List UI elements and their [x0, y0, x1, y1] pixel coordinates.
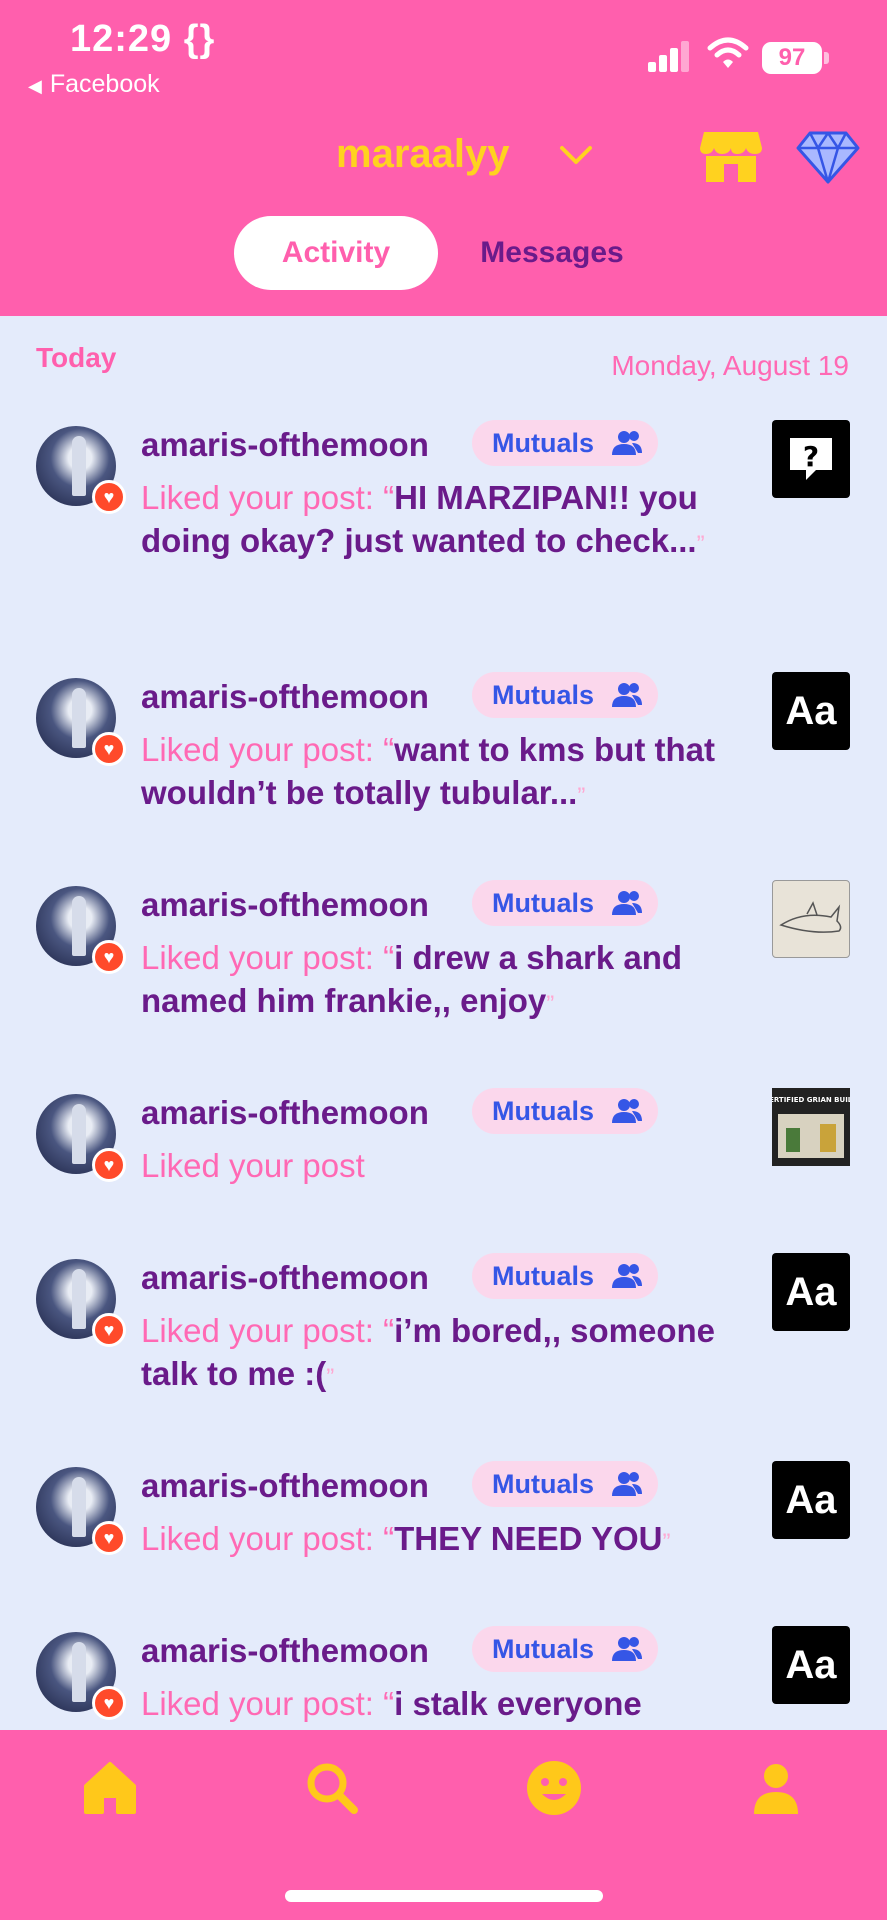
- mutuals-label: Mutuals: [492, 888, 595, 918]
- section-label: Today: [36, 342, 117, 373]
- heart-icon: ♥: [92, 940, 126, 974]
- activity-text: Liked your post: “i stalk everyone: [141, 1685, 642, 1722]
- mutuals-badge: Mutuals: [472, 1626, 658, 1672]
- question-icon: ?: [790, 438, 832, 480]
- action-text: Liked your post:: [141, 1312, 384, 1349]
- mutuals-label: Mutuals: [492, 1096, 595, 1126]
- section-date: Monday, August 19: [611, 350, 849, 381]
- diamond-icon[interactable]: [796, 130, 860, 184]
- mutuals-badge: Mutuals: [472, 672, 658, 718]
- people-icon: [612, 431, 642, 455]
- heart-icon: ♥: [92, 1148, 126, 1182]
- post-excerpt: i stalk everyone: [394, 1685, 642, 1722]
- home-indicator: [285, 1890, 603, 1902]
- people-icon: [612, 683, 642, 707]
- search-icon[interactable]: [302, 1758, 362, 1818]
- account-icon[interactable]: [746, 1758, 806, 1818]
- back-app-label: Facebook: [49, 70, 160, 98]
- back-triangle-icon: ◀: [28, 76, 42, 96]
- wifi-icon: [707, 37, 749, 68]
- heart-icon: ♥: [92, 480, 126, 514]
- back-to-app-link[interactable]: ◀ Facebook: [28, 70, 160, 99]
- post-thumbnail[interactable]: Aa: [772, 1626, 850, 1704]
- heart-icon: ♥: [92, 1686, 126, 1720]
- people-icon: [612, 1472, 642, 1496]
- mutuals-badge: Mutuals: [472, 1088, 658, 1134]
- activity-text: Liked your post: “HI MARZIPAN!! you doin…: [141, 479, 705, 559]
- chevron-down-icon[interactable]: [556, 140, 596, 170]
- username[interactable]: amaris-ofthemoon: [141, 1632, 429, 1670]
- shark-drawing-image: [779, 901, 842, 933]
- tab-messages[interactable]: Messages: [462, 216, 642, 290]
- username[interactable]: amaris-ofthemoon: [141, 886, 429, 924]
- heart-icon: ♥: [92, 732, 126, 766]
- post-thumbnail[interactable]: Aa: [772, 1461, 850, 1539]
- people-icon: [612, 1637, 642, 1661]
- action-text: Liked your post:: [141, 1685, 384, 1722]
- username[interactable]: amaris-ofthemoon: [141, 678, 429, 716]
- activity-text: Liked your post: “i’m bored,, someone ta…: [141, 1312, 716, 1392]
- activity-text: Liked your post: [141, 1144, 761, 1187]
- mutuals-label: Mutuals: [492, 1261, 595, 1291]
- mutuals-label: Mutuals: [492, 680, 595, 710]
- post-thumbnail[interactable]: Aa: [772, 672, 850, 750]
- cellular-signal-icon: [648, 40, 692, 72]
- blog-name[interactable]: maraalyy: [336, 132, 509, 177]
- activity-text: Liked your post: “want to kms but that w…: [141, 731, 715, 811]
- action-text: Liked your post:: [141, 1520, 384, 1557]
- mutuals-label: Mutuals: [492, 1469, 595, 1499]
- svg-text:?: ?: [803, 440, 819, 473]
- activity-text: Liked your post: “THEY NEED YOU”: [141, 1520, 671, 1557]
- post-thumbnail[interactable]: ?: [772, 420, 850, 498]
- activity-face-icon[interactable]: [524, 1758, 584, 1818]
- post-thumbnail[interactable]: [772, 880, 850, 958]
- build-caption: CERTIFIED GRIAN BUILD: [772, 1096, 850, 1104]
- username[interactable]: amaris-ofthemoon: [141, 1259, 429, 1297]
- mutuals-badge: Mutuals: [472, 880, 658, 926]
- tab-activity[interactable]: Activity: [234, 216, 438, 290]
- post-thumbnail[interactable]: Aa: [772, 1253, 850, 1331]
- username[interactable]: amaris-ofthemoon: [141, 1094, 429, 1132]
- people-icon: [612, 1099, 642, 1123]
- mutuals-label: Mutuals: [492, 428, 595, 458]
- post-thumbnail[interactable]: CERTIFIED GRIAN BUILD: [764, 1088, 858, 1166]
- home-icon[interactable]: [80, 1758, 140, 1818]
- status-time: 12:29 {}: [70, 18, 216, 60]
- heart-icon: ♥: [92, 1313, 126, 1347]
- mutuals-badge: Mutuals: [472, 420, 658, 466]
- action-text: Liked your post:: [141, 479, 384, 516]
- action-text: Liked your post:: [141, 731, 384, 768]
- battery-tip: [824, 52, 829, 64]
- people-icon: [612, 891, 642, 915]
- username[interactable]: amaris-ofthemoon: [141, 1467, 429, 1505]
- post-excerpt: THEY NEED YOU: [394, 1520, 663, 1557]
- mutuals-badge: Mutuals: [472, 1253, 658, 1299]
- mutuals-badge: Mutuals: [472, 1461, 658, 1507]
- shop-icon[interactable]: [700, 128, 762, 184]
- build-photo-image: CERTIFIED GRIAN BUILD: [764, 1088, 858, 1166]
- action-text: Liked your post:: [141, 939, 384, 976]
- username[interactable]: amaris-ofthemoon: [141, 426, 429, 464]
- people-icon: [612, 1264, 642, 1288]
- action-text: Liked your post: [141, 1147, 365, 1184]
- mutuals-label: Mutuals: [492, 1634, 595, 1664]
- heart-icon: ♥: [92, 1521, 126, 1555]
- activity-text: Liked your post: “i drew a shark and nam…: [141, 939, 683, 1019]
- battery-indicator: 97: [762, 42, 822, 74]
